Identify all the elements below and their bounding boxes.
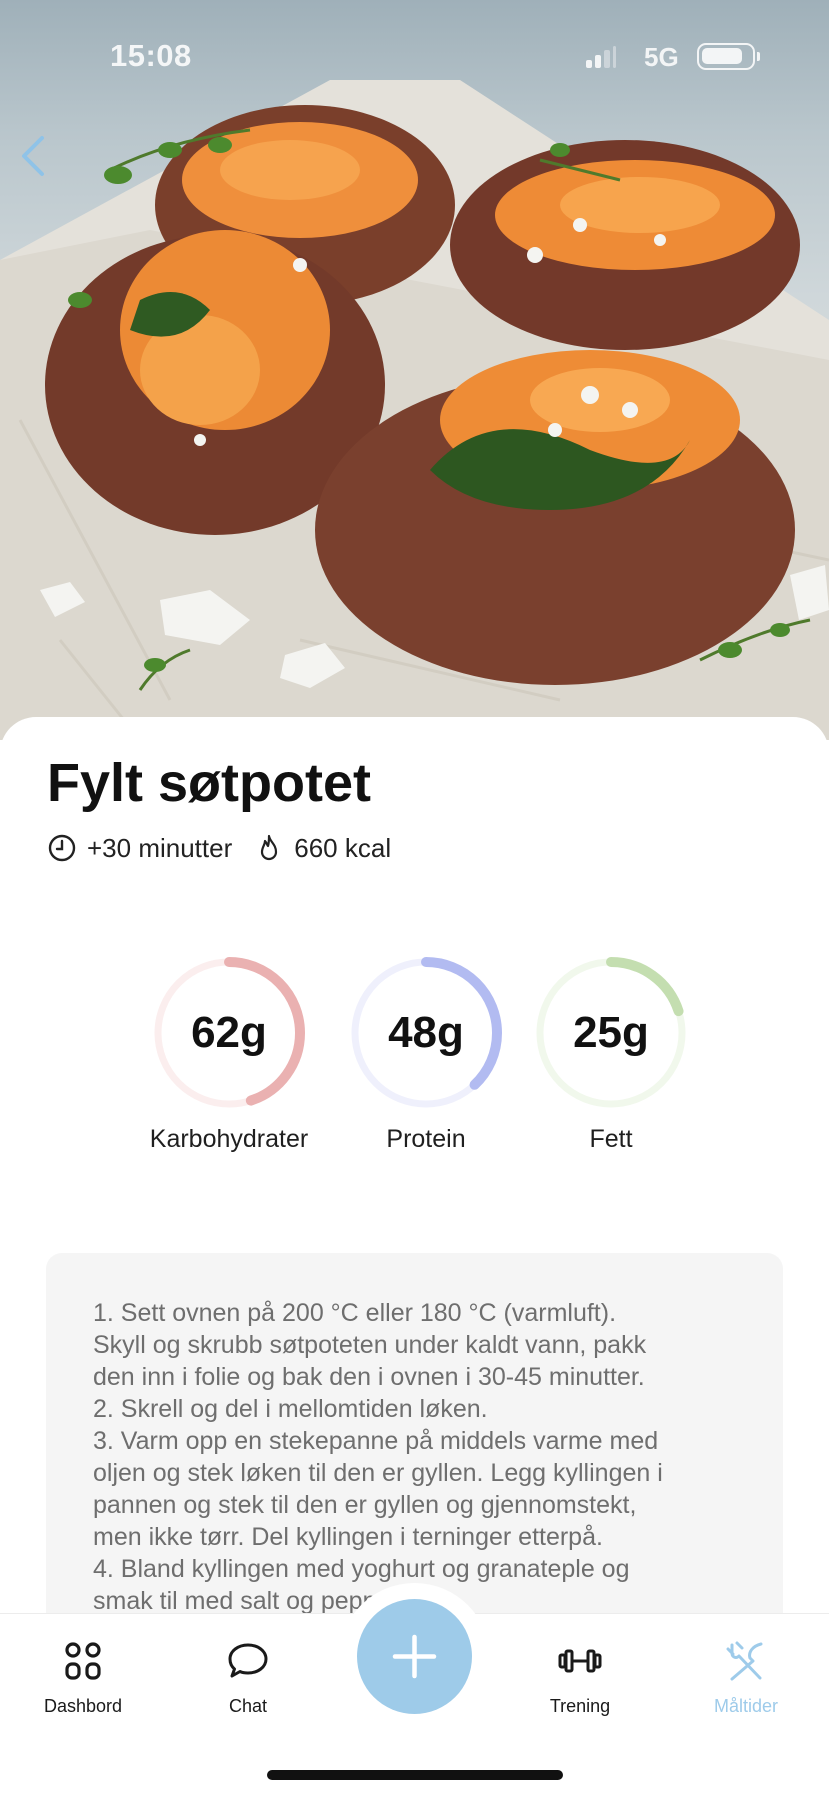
instruction-line: den inn i folie og bak den i ovnen i 30-… — [93, 1363, 645, 1391]
macro-rings: 62g Karbohydrater 48g Protein 25g Fett — [0, 955, 829, 1155]
chevron-left-icon — [22, 136, 44, 176]
instruction-line: men ikke tørr. Del kyllingen i terninger… — [93, 1523, 603, 1551]
tab-dashboard-label: Dashbord — [43, 1696, 123, 1716]
tab-meals-label: Måltider — [713, 1696, 779, 1716]
fat-label: Fett — [589, 1125, 633, 1153]
fat-value: 25g — [573, 1008, 649, 1057]
instruction-line: 4. Bland kyllingen med yoghurt og granat… — [93, 1555, 630, 1583]
recipe-meta: +30 minutter 660 kcal — [47, 830, 413, 866]
protein-value: 48g — [388, 1008, 464, 1057]
dumbbell-icon — [558, 1649, 602, 1673]
carbs-label: Karbohydrater — [149, 1125, 309, 1153]
recipe-time: +30 minutter — [87, 832, 233, 863]
macro-fat: 25g Fett — [516, 955, 706, 1154]
network-type: 5G — [644, 42, 679, 72]
home-indicator — [267, 1770, 563, 1780]
clock-icon — [48, 834, 76, 862]
plus-icon — [392, 1634, 437, 1679]
status-time: 15:08 — [110, 38, 192, 73]
recipe-hero-image — [0, 0, 829, 740]
dashboard-grid-icon — [65, 1642, 101, 1680]
instruction-line: Skyll og skrubb søtpoteten under kaldt v… — [93, 1331, 647, 1359]
fork-knife-icon — [726, 1641, 763, 1681]
recipe-title: Fylt søtpotet — [47, 753, 371, 813]
carbs-value: 62g — [191, 1008, 267, 1057]
status-bar: 15:08 5G — [0, 0, 829, 110]
flame-icon — [261, 834, 278, 861]
instruction-line: oljen og stek løken til den er gyllen. L… — [93, 1459, 663, 1487]
battery-icon — [697, 43, 760, 70]
macro-carbs: 62g Karbohydrater — [134, 955, 324, 1154]
instruction-line: 1. Sett ovnen på 200 °C eller 180 °C (va… — [93, 1299, 617, 1327]
protein-label: Protein — [386, 1125, 466, 1153]
instruction-line: pannen og stek til den er gyllen og gjen… — [93, 1491, 637, 1519]
signal-strength-icon — [586, 46, 616, 68]
back-button[interactable] — [14, 130, 54, 182]
chat-bubble-icon — [228, 1643, 268, 1678]
sweet-potato-illustration — [0, 80, 829, 740]
add-button[interactable] — [357, 1599, 472, 1714]
tab-chat[interactable]: Chat — [178, 1638, 318, 1717]
tab-training[interactable]: Trening — [510, 1638, 650, 1717]
macro-protein: 48g Protein — [331, 955, 521, 1154]
recipe-calories: 660 kcal — [294, 832, 392, 863]
tab-dashboard[interactable]: Dashbord — [13, 1638, 153, 1717]
tab-meals[interactable]: Måltider — [676, 1638, 816, 1717]
instruction-line: 3. Varm opp en stekepanne på middels var… — [93, 1427, 659, 1455]
tab-chat-label: Chat — [228, 1696, 268, 1716]
instructions-text: 1. Sett ovnen på 200 °C eller 180 °C (va… — [93, 1297, 753, 1617]
tab-training-label: Trening — [549, 1696, 611, 1716]
instruction-line: 2. Skrell og del i mellomtiden løken. — [93, 1395, 488, 1423]
